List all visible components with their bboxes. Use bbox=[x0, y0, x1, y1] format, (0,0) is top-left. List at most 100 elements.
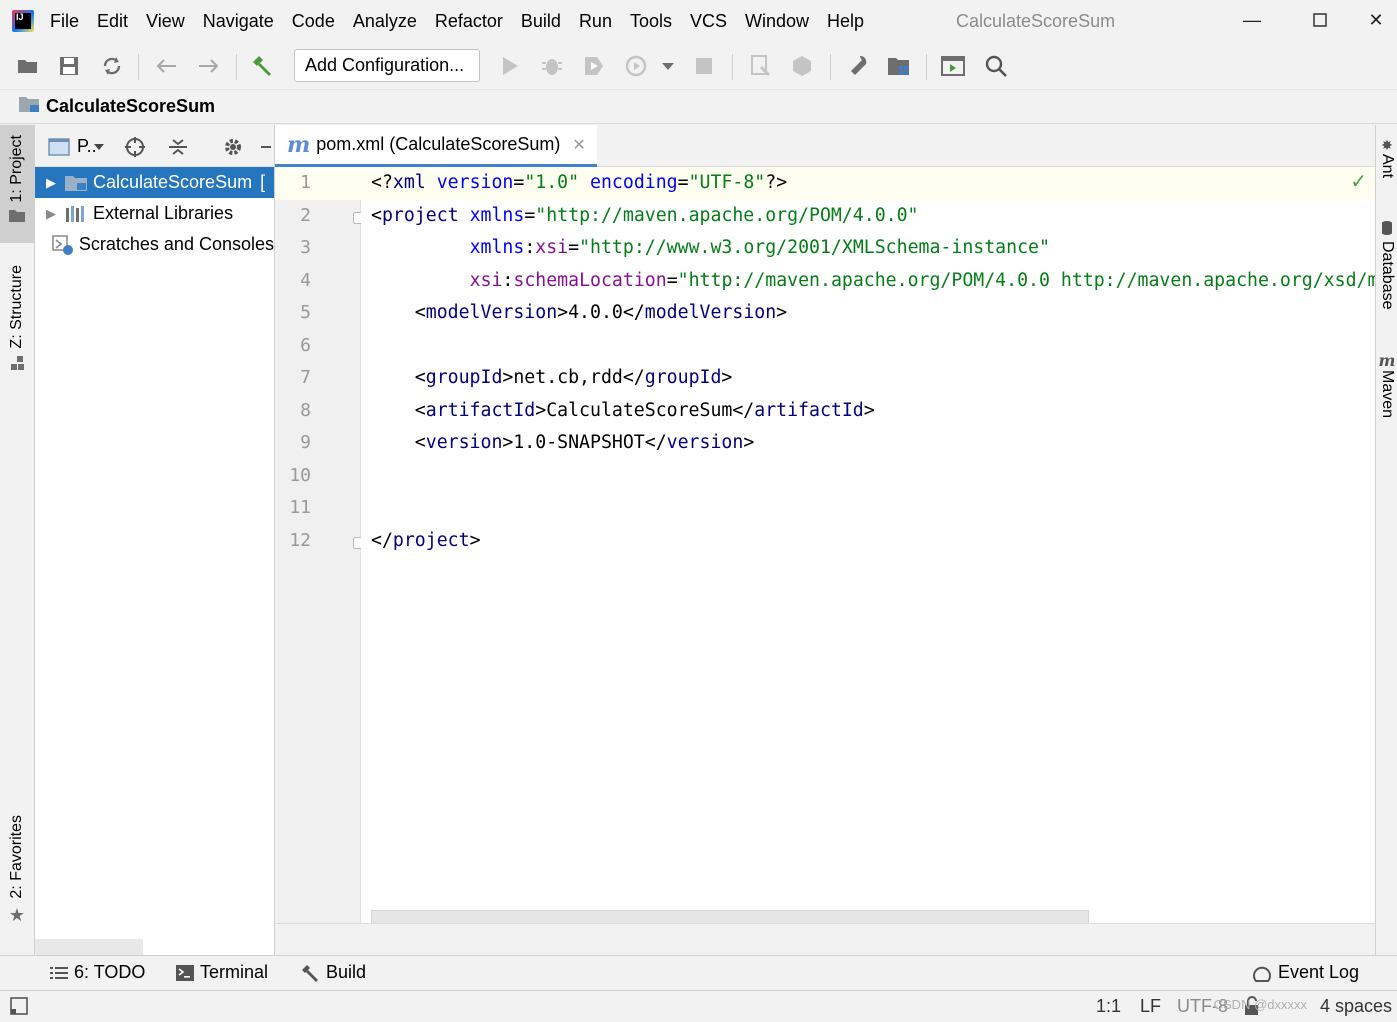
maven-file-icon: m bbox=[287, 131, 311, 158]
caret-position[interactable]: 1:1 bbox=[1096, 996, 1121, 1017]
presentation-mode-icon[interactable] bbox=[941, 54, 965, 78]
horizontal-scrollbar[interactable] bbox=[35, 939, 143, 955]
indent-setting[interactable]: 4 spaces bbox=[1320, 996, 1392, 1017]
attach-debugger-icon[interactable] bbox=[748, 54, 772, 78]
editor-area: m pom.xml (CalculateScoreSum) ✕ 1 2 3 4 … bbox=[275, 125, 1375, 955]
code-line: xmlns:xsi="http://www.w3.org/2001/XMLSch… bbox=[469, 237, 1050, 258]
menu-view[interactable]: View bbox=[146, 11, 185, 32]
code-line: <groupId>net.cb,rdd</groupId> bbox=[371, 367, 733, 388]
build-button[interactable]: Build bbox=[300, 962, 366, 983]
tab-favorites-label: 2: Favorites bbox=[8, 815, 25, 899]
build-hammer-icon bbox=[300, 963, 320, 983]
todo-button[interactable]: 6: TODO bbox=[50, 962, 145, 983]
menu-run[interactable]: Run bbox=[579, 11, 612, 32]
minimize-icon[interactable]: — bbox=[1232, 6, 1272, 34]
tab-maven[interactable]: m Maven bbox=[1376, 351, 1397, 418]
code-line: <?xml version="1.0" encoding="UTF-8"?> bbox=[371, 172, 788, 193]
open-folder-icon[interactable] bbox=[16, 54, 40, 78]
menu-navigate[interactable]: Navigate bbox=[203, 11, 274, 32]
save-all-icon[interactable] bbox=[57, 54, 81, 78]
menu-code[interactable]: Code bbox=[292, 11, 335, 32]
menu-edit[interactable]: Edit bbox=[97, 11, 128, 32]
menu-build[interactable]: Build bbox=[521, 11, 561, 32]
todo-label: 6: TODO bbox=[74, 962, 146, 982]
module-folder-icon bbox=[63, 173, 89, 193]
line-separator[interactable]: LF bbox=[1140, 996, 1161, 1017]
folder-icon bbox=[8, 209, 26, 228]
window-title: CalculateScoreSum bbox=[956, 11, 1116, 31]
menu-vcs[interactable]: VCS bbox=[690, 11, 727, 32]
gear-icon[interactable] bbox=[221, 135, 245, 159]
line-number: 6 bbox=[300, 334, 311, 356]
profiler-icon[interactable] bbox=[626, 54, 650, 78]
tab-pom-xml[interactable]: m pom.xml (CalculateScoreSum) ✕ bbox=[275, 125, 597, 167]
expand-arrow-icon[interactable]: ▶ bbox=[39, 175, 63, 191]
locate-target-icon[interactable] bbox=[123, 135, 147, 159]
navigation-bar: CalculateScoreSum bbox=[0, 90, 1397, 124]
intellij-logo-icon: IJ bbox=[12, 10, 34, 32]
add-configuration-button[interactable]: Add Configuration... bbox=[294, 49, 480, 82]
terminal-icon bbox=[176, 964, 194, 981]
project-structure-icon[interactable] bbox=[887, 54, 911, 78]
star-icon: ★ bbox=[8, 904, 26, 925]
stop-icon[interactable] bbox=[692, 54, 716, 78]
tab-database[interactable]: Database bbox=[1376, 220, 1397, 310]
tab-project[interactable]: 1: Project bbox=[0, 125, 34, 243]
chevron-down-icon[interactable] bbox=[93, 139, 105, 157]
tree-item-label: CalculateScoreSum bbox=[93, 172, 253, 192]
menu-file[interactable]: File bbox=[50, 11, 79, 32]
tab-ant[interactable]: ✸ Ant bbox=[1376, 137, 1397, 178]
database-icon bbox=[1381, 220, 1393, 241]
chevron-down-icon[interactable] bbox=[656, 54, 680, 78]
tree-item-label: Scratches and Consoles bbox=[78, 234, 274, 254]
maximize-icon[interactable] bbox=[1300, 6, 1340, 34]
menu-tools[interactable]: Tools bbox=[630, 11, 672, 32]
menu-refactor[interactable]: Refactor bbox=[435, 11, 503, 32]
tab-favorites[interactable]: 2: Favorites ★ bbox=[0, 815, 34, 945]
toggle-tool-windows-icon[interactable] bbox=[10, 997, 28, 1020]
settings-wrench-icon[interactable] bbox=[845, 54, 869, 78]
tool-window-bar: 6: TODO Terminal Build Event Log bbox=[0, 955, 1397, 990]
menu-analyze[interactable]: Analyze bbox=[353, 11, 417, 32]
editor-tab-bar: m pom.xml (CalculateScoreSum) ✕ bbox=[275, 125, 1375, 167]
project-tool-window: P.. ▶ CalculateScoreSum [▶ External Lib… bbox=[35, 125, 275, 955]
expand-arrow-icon[interactable]: ▶ bbox=[39, 206, 63, 222]
tree-item-scratches[interactable]: Scratches and Consoles bbox=[35, 229, 274, 260]
code-line: xsi:schemaLocation="http://maven.apache.… bbox=[469, 269, 1375, 291]
tree-item-calculatescoresum[interactable]: ▶ CalculateScoreSum [ bbox=[35, 167, 274, 198]
structure-icon bbox=[9, 355, 25, 376]
left-tool-strip: 1: Project Z: Structure 2: Favorites ★ bbox=[0, 125, 35, 955]
back-arrow-icon[interactable] bbox=[154, 54, 178, 78]
terminal-button[interactable]: Terminal bbox=[176, 962, 268, 983]
close-window-icon[interactable]: ✕ bbox=[1356, 6, 1396, 34]
line-number: 4 bbox=[300, 269, 311, 291]
debug-icon[interactable] bbox=[540, 54, 564, 78]
build-hammer-icon[interactable] bbox=[250, 54, 274, 78]
collapse-all-icon[interactable] bbox=[166, 135, 190, 159]
line-number: 3 bbox=[300, 237, 311, 258]
deploy-icon[interactable] bbox=[790, 54, 814, 78]
status-bar: 1:1 LF UTF-8 4 spaces CSDN @dxxxxx bbox=[0, 990, 1397, 1022]
tab-structure[interactable]: Z: Structure bbox=[0, 265, 34, 395]
ide-window: IJ File Edit View Navigate Code Analyze … bbox=[0, 0, 1397, 1022]
synchronize-icon[interactable] bbox=[100, 54, 124, 78]
menu-help[interactable]: Help bbox=[827, 11, 864, 32]
close-tab-icon[interactable]: ✕ bbox=[572, 135, 585, 155]
menu-window[interactable]: Window bbox=[745, 11, 809, 32]
search-icon[interactable] bbox=[984, 54, 1008, 78]
no-problems-check-icon: ✓ bbox=[1350, 171, 1367, 193]
run-with-coverage-icon[interactable] bbox=[582, 54, 606, 78]
forward-arrow-icon[interactable] bbox=[197, 54, 221, 78]
tab-structure-label: Z: Structure bbox=[8, 265, 25, 349]
breadcrumb[interactable]: CalculateScoreSum bbox=[46, 96, 215, 117]
code-line: <modelVersion>4.0.0</modelVersion> bbox=[371, 302, 788, 323]
project-panel-header: P.. bbox=[35, 125, 274, 167]
main-toolbar: Add Configuration... bbox=[0, 42, 1397, 90]
code-editor[interactable]: <?xml version="1.0" encoding="UTF-8"?> <p… bbox=[361, 167, 1375, 955]
hide-panel-icon[interactable] bbox=[257, 135, 275, 159]
tree-item-external-libraries[interactable]: ▶ External Libraries bbox=[35, 198, 274, 229]
event-log-button[interactable]: Event Log bbox=[1252, 962, 1359, 983]
run-icon[interactable] bbox=[498, 54, 522, 78]
module-folder-icon bbox=[18, 95, 40, 118]
